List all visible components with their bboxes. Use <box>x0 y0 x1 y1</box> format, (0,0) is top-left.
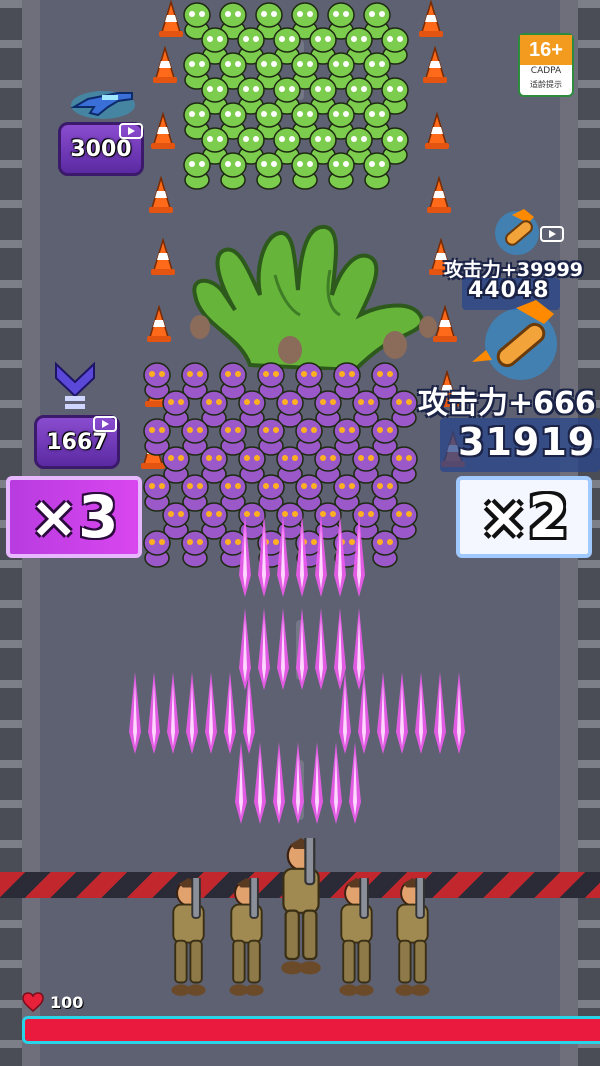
traffic-cone <box>418 0 444 38</box>
age-rating-org: CADPA <box>530 66 562 76</box>
projectile <box>333 515 347 597</box>
zombie <box>324 150 358 190</box>
projectile <box>295 515 309 597</box>
multiplier-gate-right-label: ×2 <box>479 483 569 551</box>
soldier <box>218 869 275 1006</box>
attack-bonus-large-value: 31919 <box>458 420 596 464</box>
attack-bonus-large-label: 攻击力+666 <box>418 386 596 421</box>
traffic-cone <box>424 111 450 150</box>
soldier <box>268 828 334 985</box>
traffic-cone <box>146 304 172 343</box>
multiplier-gate-right[interactable]: ×2 <box>456 476 592 558</box>
zombie <box>288 150 322 190</box>
projectile <box>204 672 218 754</box>
soldier <box>328 869 385 1006</box>
projectile <box>272 742 286 824</box>
projectile <box>238 515 252 597</box>
projectile <box>314 515 328 597</box>
weapon-crate-value: 3000 <box>70 137 132 162</box>
projectile <box>433 672 447 754</box>
zombie <box>178 528 212 568</box>
traffic-cone <box>150 111 176 150</box>
game-stage[interactable]: 3000 1667 攻击力+39999 44048 攻击力+666 31919 … <box>0 0 600 1066</box>
zombie <box>140 528 174 568</box>
video-ad-icon <box>540 226 564 242</box>
video-ad-icon <box>93 416 117 432</box>
multiplier-gate-left[interactable]: ×3 <box>6 476 142 558</box>
soldier <box>384 869 441 1006</box>
rank-chevron-icon <box>52 360 98 416</box>
zombie <box>216 150 250 190</box>
age-rating-badge: 16+ CADPA 适龄提示 <box>518 33 574 97</box>
zombie <box>368 528 402 568</box>
projectile <box>310 742 324 824</box>
zombie <box>252 150 286 190</box>
projectile <box>376 672 390 754</box>
projectile <box>276 608 290 690</box>
traffic-cone <box>148 175 174 214</box>
projectile <box>128 672 142 754</box>
traffic-cone <box>422 45 448 84</box>
age-rating-label: 16+ <box>520 35 572 65</box>
giant-zombie-hand <box>180 215 440 373</box>
health-value: 100 <box>50 992 84 1012</box>
zombie <box>180 150 214 190</box>
health-readout: 100 <box>22 992 83 1012</box>
projectile <box>291 742 305 824</box>
health-bar <box>22 1016 600 1044</box>
projectile <box>276 515 290 597</box>
projectile <box>166 672 180 754</box>
projectile <box>147 672 161 754</box>
projectile <box>352 515 366 597</box>
upgrade-crate-value: 1667 <box>46 430 108 455</box>
projectile <box>452 672 466 754</box>
projectile <box>257 608 271 690</box>
projectile <box>253 742 267 824</box>
projectile <box>348 742 362 824</box>
projectile <box>329 742 343 824</box>
projectile <box>414 672 428 754</box>
heart-icon <box>22 992 44 1012</box>
weapon-crate[interactable]: 3000 <box>58 122 144 176</box>
traffic-cone <box>152 45 178 84</box>
blaster-gun-icon <box>68 85 138 121</box>
bullet-icon <box>466 300 576 382</box>
projectile <box>234 742 248 824</box>
projectile <box>395 672 409 754</box>
zombie <box>360 150 394 190</box>
attack-bonus-large-panel[interactable]: 31919 <box>440 418 600 472</box>
age-rating-tip: 适龄提示 <box>530 80 562 89</box>
projectile <box>185 672 199 754</box>
green-zombie-horde <box>180 0 420 200</box>
purple-zombie-horde <box>140 360 440 580</box>
video-ad-icon <box>119 123 143 139</box>
health-bar-fill <box>25 1019 600 1041</box>
projectile <box>257 515 271 597</box>
projectile <box>314 608 328 690</box>
traffic-cone <box>426 175 452 214</box>
upgrade-crate[interactable]: 1667 <box>34 415 120 469</box>
projectile <box>295 608 309 690</box>
soldier <box>160 869 217 1006</box>
traffic-cone <box>150 237 176 276</box>
